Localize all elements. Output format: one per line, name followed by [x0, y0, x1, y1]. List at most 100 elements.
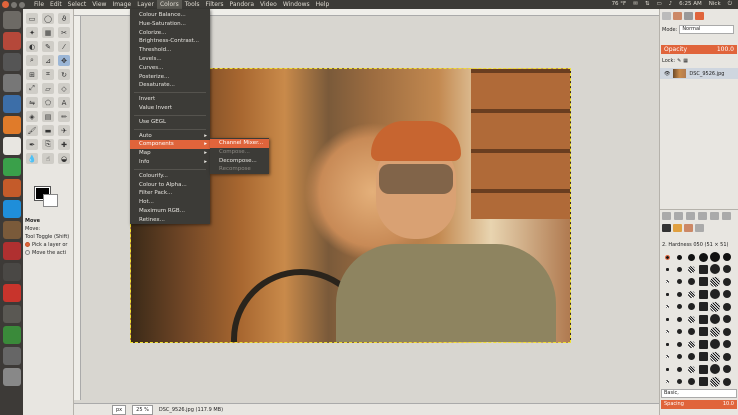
menu-item-maximum-rgb[interactable]: Maximum RGB...	[130, 207, 210, 216]
close-window-button[interactable]	[2, 1, 9, 8]
fuzzy-select-tool-icon[interactable]: ✦	[26, 27, 38, 38]
brush-preview[interactable]	[665, 355, 669, 359]
weather-indicator[interactable]: 76 °F	[612, 1, 627, 8]
brush-preview[interactable]	[687, 328, 695, 336]
menu-item-use-gegl[interactable]: Use GEGL	[130, 118, 210, 127]
paths-tool-icon[interactable]: ✎	[42, 41, 54, 52]
minimize-window-button[interactable]	[11, 1, 17, 8]
brush-preview[interactable]	[676, 266, 682, 272]
menu-item-invert[interactable]: Invert	[130, 95, 210, 104]
clone-tool-icon[interactable]: ⎘	[42, 139, 54, 150]
brush-preview[interactable]	[665, 317, 669, 321]
brush-preview[interactable]	[723, 290, 731, 299]
calc-icon[interactable]	[2, 158, 21, 176]
menu-item-channel-mixer[interactable]: Channel Mixer...	[210, 139, 269, 148]
zoom-tool-icon[interactable]: ⌕	[26, 55, 38, 66]
brush-preview[interactable]	[676, 366, 682, 372]
brush-preview[interactable]	[723, 327, 731, 336]
firefox-icon[interactable]	[2, 116, 21, 134]
gradients-tab-icon[interactable]	[684, 224, 693, 232]
spacing-slider[interactable]: Spacing 10.0	[661, 400, 737, 409]
mail-icon[interactable]: ✉	[633, 1, 638, 8]
crop-tool-icon[interactable]: ⌗	[42, 69, 54, 80]
raise-layer-icon[interactable]	[674, 212, 683, 220]
menu-item-colourify[interactable]: Colourify...	[130, 172, 210, 181]
move-tool-icon[interactable]: ✥	[58, 55, 70, 66]
dodge-tool-icon[interactable]: ◒	[58, 153, 70, 164]
brush-preview[interactable]	[676, 329, 682, 335]
option-pick-layer[interactable]: Pick a layer or	[25, 241, 72, 249]
brush-preview[interactable]	[723, 340, 731, 349]
brush-preview[interactable]	[710, 289, 720, 300]
menu-item-brightness-contrast[interactable]: Brightness-Contrast...	[130, 37, 210, 46]
radio-on-icon[interactable]	[25, 242, 30, 247]
eye-icon[interactable]: 👁	[664, 71, 670, 77]
brush-preview[interactable]	[710, 276, 720, 287]
software-center-icon[interactable]	[2, 242, 21, 260]
power-icon[interactable]: ⏻	[728, 1, 732, 8]
ellipse-select-tool-icon[interactable]: ◯	[42, 13, 54, 24]
unit-select[interactable]: px	[112, 404, 127, 415]
brush-preview[interactable]	[710, 376, 720, 387]
brush-preview[interactable]	[710, 264, 720, 275]
menu-help[interactable]: Help	[313, 0, 333, 9]
brush-preview[interactable]	[698, 314, 708, 324]
brush-preview[interactable]	[698, 377, 708, 387]
align-tool-icon[interactable]: ⊞	[26, 69, 38, 80]
menu-item-auto[interactable]: Auto ▸	[130, 132, 210, 141]
rect-select-tool-icon[interactable]: ▭	[26, 13, 38, 24]
brush-tag-field[interactable]: Basic,	[661, 389, 737, 398]
menu-video[interactable]: Video	[257, 0, 280, 9]
menu-item-colour-balance[interactable]: Colour Balance...	[130, 11, 210, 20]
brush-preview[interactable]	[698, 302, 708, 312]
brush-preview[interactable]	[687, 253, 695, 261]
brush-preview[interactable]	[710, 351, 720, 362]
menu-edit[interactable]: Edit	[47, 0, 65, 9]
menu-item-info[interactable]: Info ▸	[130, 158, 210, 167]
lock-alpha-icon[interactable]: ▦	[683, 58, 688, 64]
books-icon[interactable]	[2, 221, 21, 239]
menu-filters[interactable]: Filters	[203, 0, 227, 9]
ink-tool-icon[interactable]: ✒	[26, 139, 38, 150]
brush-preview[interactable]	[676, 379, 682, 385]
brush-preview[interactable]	[710, 301, 720, 312]
fonts-tab-icon[interactable]	[695, 224, 704, 232]
brush-preview[interactable]	[698, 289, 708, 299]
background-color-swatch[interactable]	[43, 194, 58, 207]
anchor-layer-icon[interactable]	[710, 212, 719, 220]
maximize-window-button[interactable]	[19, 1, 25, 8]
menu-item-components[interactable]: Components ▸	[130, 140, 210, 150]
brush-grid[interactable]	[662, 252, 737, 387]
app-launcher-icon[interactable]	[2, 284, 21, 302]
brush-preview[interactable]	[723, 377, 731, 386]
free-select-tool-icon[interactable]: ϑ	[58, 13, 70, 24]
brush-preview[interactable]	[687, 290, 695, 298]
brush-preview[interactable]	[665, 280, 669, 284]
scissors-tool-icon[interactable]: ✂	[58, 27, 70, 38]
brush-preview[interactable]	[723, 277, 731, 286]
brush-preview[interactable]	[676, 354, 682, 360]
paths-tab-icon[interactable]	[684, 12, 693, 20]
gimp-launcher-icon[interactable]	[2, 32, 21, 50]
color-picker-tool-icon[interactable]: ⁄	[58, 41, 70, 52]
new-layer-icon[interactable]	[662, 212, 671, 220]
network-icon[interactable]: ⇅	[645, 1, 650, 8]
dash-icon[interactable]	[2, 11, 21, 29]
brush-preview[interactable]	[710, 314, 720, 325]
app-launcher-icon[interactable]	[2, 305, 21, 323]
help-launcher-icon[interactable]	[2, 74, 21, 92]
brushes-tab-icon[interactable]	[662, 224, 671, 232]
blend-tool-icon[interactable]: ▤	[42, 111, 54, 122]
radio-off-icon[interactable]	[25, 250, 30, 255]
menu-item-levels[interactable]: Levels...	[130, 55, 210, 64]
color-select-tool-icon[interactable]: ▦	[42, 27, 54, 38]
brush-preview[interactable]	[710, 339, 720, 350]
brush-preview[interactable]	[687, 378, 695, 386]
perspective-tool-icon[interactable]: ◇	[58, 83, 70, 94]
menu-item-hue-saturation[interactable]: Hue-Saturation...	[130, 20, 210, 29]
brush-preview[interactable]	[664, 254, 670, 260]
brush-preview[interactable]	[665, 267, 669, 271]
brush-preview[interactable]	[665, 292, 669, 296]
paintbrush-tool-icon[interactable]: 🖌	[26, 125, 38, 136]
brush-preview[interactable]	[698, 277, 708, 287]
